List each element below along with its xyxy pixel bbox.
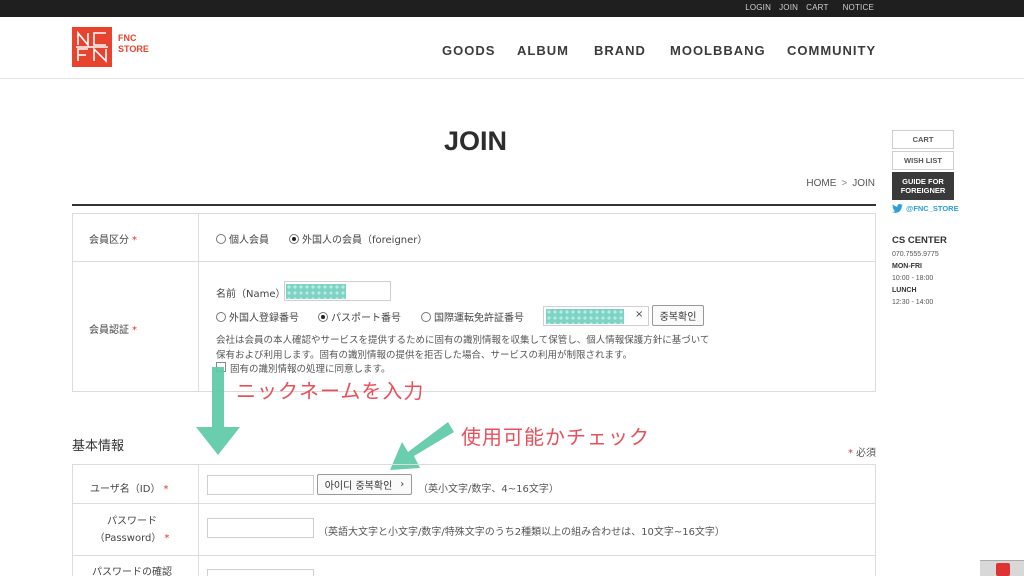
radio-license-label: 国際運転免許証番号 — [434, 313, 524, 324]
fnc-logo-icon[interactable] — [72, 27, 112, 67]
duplicate-check-button[interactable]: 중복확인 — [652, 305, 704, 326]
required-legend: * 必須 — [848, 444, 876, 459]
consent-label: 固有の識別情報の処理に同意します。 — [230, 364, 391, 375]
cs-lunch-label: LUNCH — [892, 287, 917, 294]
side-cart-button[interactable]: CART — [892, 130, 954, 149]
cs-monfri-label: MON-FRI — [892, 263, 922, 270]
logo-line-store: STORE — [118, 44, 149, 54]
radio-individual[interactable]: 個人会員 — [216, 231, 269, 246]
notice-link[interactable]: NOTICE — [843, 3, 874, 12]
verification-label-text: 会員認証 — [89, 325, 129, 336]
redacted-name — [286, 284, 346, 299]
radio-alien-label: 外国人登録番号 — [229, 313, 299, 324]
radio-selected-icon[interactable] — [289, 234, 299, 244]
radio-passport-label: パスポート番号 — [331, 313, 401, 324]
main-nav: GOODS ALBUM BRAND MOOLBBANG COMMUNITY — [442, 43, 882, 58]
notice-line-2: 保有および利用します。固有の識別情報の提供を拒否した場合、サービスの利用が制限さ… — [216, 350, 633, 361]
side-wishlist-button[interactable]: WISH LIST — [892, 151, 954, 170]
radio-alien-registration[interactable]: 外国人登録番号 — [216, 309, 299, 324]
required-star: * — [163, 484, 169, 495]
password-confirm-label: パスワードの確認 — [92, 567, 172, 576]
user-id-input[interactable] — [207, 475, 314, 495]
login-link[interactable]: LOGIN — [745, 3, 771, 12]
clear-icon[interactable]: × — [635, 309, 643, 320]
radio-circle-icon[interactable] — [421, 312, 431, 322]
utility-links: LOGIN JOIN CART NOTICE — [745, 3, 874, 12]
tray-app-icon[interactable] — [996, 563, 1010, 576]
user-id-hint: （英小文字/数字、4~16文字） — [418, 484, 559, 495]
cs-phone: 070.7555.9775 — [892, 251, 939, 258]
top-utility-bar: LOGIN JOIN CART NOTICE — [0, 0, 1024, 17]
required-legend-text: 必須 — [856, 448, 876, 459]
id-duplicate-check-button[interactable]: 아이디 중복확인 › — [317, 474, 412, 495]
radio-individual-label: 個人会員 — [229, 235, 269, 246]
radio-circle-icon[interactable] — [216, 234, 226, 244]
radio-passport[interactable]: パスポート番号 — [318, 309, 401, 324]
site-header: FNC STORE GOODS ALBUM BRAND MOOLBBANG CO… — [0, 17, 1024, 79]
breadcrumb-home[interactable]: HOME — [806, 178, 836, 189]
join-link[interactable]: JOIN — [779, 3, 798, 12]
required-star: * — [132, 325, 137, 336]
row-divider — [73, 503, 875, 504]
guide-line-2: FOREIGNER — [900, 186, 946, 195]
twitter-link[interactable]: @FNC_STORE — [892, 204, 959, 213]
required-star: * — [848, 448, 853, 459]
radio-foreigner-label: 外国人の会員（foreigner） — [302, 235, 428, 246]
twitter-handle: @FNC_STORE — [906, 204, 959, 213]
twitter-bird-icon — [892, 204, 903, 213]
breadcrumb: HOME > JOIN — [806, 178, 875, 189]
user-id-label: ユーザ名（ID） * — [90, 480, 168, 495]
redacted-passport — [546, 309, 624, 324]
password-label-line2: （Password） — [94, 533, 162, 544]
guide-line-1: GUIDE FOR — [902, 177, 944, 186]
basic-info-title: 基本情報 — [72, 439, 125, 454]
title-divider — [72, 204, 876, 206]
breadcrumb-separator: > — [841, 178, 848, 189]
radio-license[interactable]: 国際運転免許証番号 — [421, 309, 524, 324]
cs-monfri-hours: 10:00 - 18:00 — [892, 275, 934, 282]
radio-selected-icon[interactable] — [318, 312, 328, 322]
page-title: JOIN — [444, 126, 508, 156]
radio-circle-icon[interactable] — [216, 312, 226, 322]
nav-moolbbang[interactable]: MOOLBBANG — [670, 43, 787, 58]
required-star: * — [132, 235, 137, 246]
guide-for-foreigner-button[interactable]: GUIDE FOR FOREIGNER — [892, 172, 954, 200]
nav-goods[interactable]: GOODS — [442, 43, 517, 58]
verification-label: 会員認証 * — [89, 321, 137, 336]
row-divider — [73, 555, 875, 556]
password-label-line1: パスワード — [107, 516, 157, 527]
logo-text[interactable]: FNC STORE — [118, 33, 149, 55]
password-confirm-input[interactable] — [207, 569, 314, 576]
member-type-label: 会員区分 * — [89, 231, 137, 246]
member-type-label-text: 会員区分 — [89, 235, 129, 246]
nav-album[interactable]: ALBUM — [517, 43, 594, 58]
password-label: パスワード （Password） * — [91, 513, 173, 547]
password-hint: （英語大文字と小文字/数字/特殊文字のうち2種類以上の組み合わせは、10文字~1… — [318, 527, 725, 538]
nav-community[interactable]: COMMUNITY — [787, 43, 882, 58]
id-check-label: 아이디 중복확인 — [324, 481, 393, 492]
fnc-logo-mark — [76, 30, 108, 63]
cs-lunch-hours: 12:30 - 14:00 — [892, 299, 934, 306]
cs-center-title: CS CENTER — [892, 235, 947, 246]
chevron-right-icon: › — [400, 479, 405, 490]
radio-foreigner[interactable]: 外国人の会員（foreigner） — [289, 231, 427, 246]
logo-line-fnc: FNC — [118, 33, 137, 43]
annotation-availability: 使用可能かチェック — [461, 425, 650, 449]
notice-line-1: 会社は会員の本人確認やサービスを提供するために固有の識別情報を収集して保管し、個… — [216, 335, 710, 346]
breadcrumb-current: JOIN — [852, 178, 875, 189]
password-input[interactable] — [207, 518, 314, 538]
name-label: 名前（Name） — [216, 289, 286, 300]
required-star: * — [164, 533, 170, 544]
row-divider — [73, 261, 875, 262]
annotation-nickname: ニックネームを入力 — [236, 379, 425, 403]
nav-brand[interactable]: BRAND — [594, 43, 670, 58]
cart-link[interactable]: CART — [806, 3, 828, 12]
user-id-label-text: ユーザ名（ID） — [90, 484, 161, 495]
